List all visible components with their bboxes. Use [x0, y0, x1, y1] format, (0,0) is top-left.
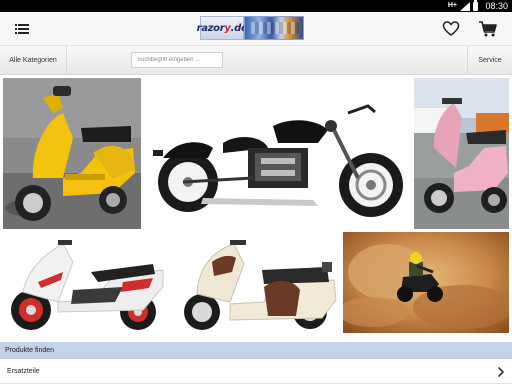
signal-icon: [460, 1, 470, 11]
status-time: 08:30: [485, 1, 508, 11]
black-chopper-motorcycle-image[interactable]: [143, 78, 412, 229]
heart-icon: [442, 21, 460, 36]
spare-parts-label: Ersatzteile: [7, 368, 40, 375]
quad-bike-dust-image[interactable]: [343, 232, 509, 333]
menu-button[interactable]: [12, 19, 32, 39]
status-icons: H+: [447, 0, 478, 11]
category-nav-bar: Alle Kategorien Service: [0, 46, 512, 75]
cream-brown-retro-scooter-image[interactable]: [172, 232, 340, 333]
logo-text-main: razor: [196, 22, 225, 34]
white-sport-scooter-image[interactable]: [3, 232, 169, 333]
status-bar: H+ 08:30: [0, 0, 512, 12]
battery-icon: [473, 0, 478, 11]
spare-parts-row[interactable]: Ersatzteile: [0, 359, 512, 384]
find-products-header: Produkte finden: [0, 342, 512, 359]
site-logo[interactable]: razor y .de: [196, 16, 304, 40]
app-header: razor y .de: [0, 12, 512, 46]
search-input[interactable]: [131, 52, 223, 68]
service-button[interactable]: Service: [467, 46, 512, 75]
network-type-icon: H+: [447, 2, 457, 9]
chevron-right-icon: [498, 367, 504, 377]
wishlist-button[interactable]: [442, 20, 460, 38]
cart-button[interactable]: [478, 20, 498, 38]
all-categories-button[interactable]: Alle Kategorien: [0, 46, 67, 75]
pink-scooter-image[interactable]: [414, 78, 509, 229]
yellow-scooter-image[interactable]: [3, 78, 141, 229]
menu-icon: [15, 24, 29, 34]
logo-banner-image: [244, 16, 304, 40]
product-gallery: [0, 76, 512, 342]
logo-wordmark: razor y .de: [196, 16, 248, 40]
cart-icon: [479, 21, 497, 37]
